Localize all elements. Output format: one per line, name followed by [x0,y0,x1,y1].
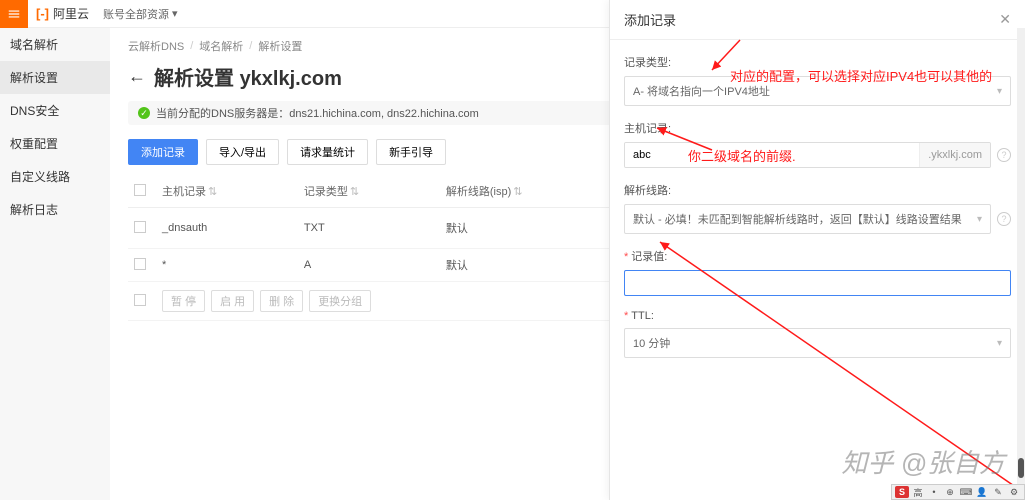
col-type[interactable]: 记录类型⇅ [298,175,440,208]
ime-mode[interactable]: 高 [911,486,925,498]
sidebar: 域名解析 解析设置 DNS安全 权重配置 自定义线路 解析日志 [0,28,110,500]
row-checkbox[interactable] [134,221,146,233]
line-select[interactable]: 默认 - 必填！未匹配到智能解析线路时，返回【默认】线路设置结果 ▾ [624,204,991,234]
help-icon[interactable]: ? [997,148,1011,162]
label-line: 解析线路: [624,182,1011,198]
stats-button[interactable]: 请求量统计 [287,139,368,165]
breadcrumb-item[interactable]: 云解析DNS [128,38,184,54]
col-line[interactable]: 解析线路(isp)⇅ [440,175,627,208]
success-icon: ✓ [138,107,150,119]
sidebar-item-records[interactable]: 解析设置 [0,61,110,94]
help-icon[interactable]: ? [997,212,1011,226]
logo-text: 阿里云 [53,5,89,22]
ime-toolbar[interactable]: S 高 • ⊕ ⌨ 👤 ✎ ⚙ [891,484,1025,500]
bulk-enable[interactable]: 启 用 [211,290,254,312]
label-host: 主机记录: [624,120,1011,136]
host-input-wrap: .ykxlkj.com [624,142,991,168]
ime-icon[interactable]: ✎ [991,486,1005,498]
select-all-checkbox[interactable] [134,184,146,196]
sidebar-item-dns-security[interactable]: DNS安全 [0,94,110,127]
chevron-down-icon: ▾ [997,338,1002,349]
breadcrumb-item[interactable]: 解析设置 [258,38,302,54]
sidebar-item-weight[interactable]: 权重配置 [0,127,110,160]
logo-mark: [-] [36,6,49,21]
hamburger-icon [7,7,21,21]
col-host[interactable]: 主机记录⇅ [156,175,298,208]
label-value: *记录值: [624,248,1011,264]
host-input[interactable] [625,143,919,167]
row-checkbox[interactable] [134,294,146,306]
label-ttl: *TTL: [624,310,1011,322]
add-record-button[interactable]: 添加记录 [128,139,198,165]
sidebar-item-custom-line[interactable]: 自定义线路 [0,160,110,193]
hamburger-menu[interactable] [0,0,28,28]
scrollbar[interactable] [1017,28,1025,484]
bulk-group[interactable]: 更换分组 [309,290,371,312]
ime-logo-icon: S [895,486,909,498]
add-record-drawer: 添加记录 ✕ 记录类型: A- 将域名指向一个IPV4地址 ▾ 主机记录: .y… [609,0,1025,500]
value-input[interactable] [624,270,1011,296]
import-export-button[interactable]: 导入/导出 [206,139,279,165]
ime-icon[interactable]: ⚙ [1007,486,1021,498]
host-suffix: .ykxlkj.com [919,143,990,167]
account-selector[interactable]: 账号全部资源 ▾ [103,6,178,22]
record-type-select[interactable]: A- 将域名指向一个IPV4地址 ▾ [624,76,1011,106]
back-arrow-icon[interactable]: ← [128,66,146,87]
sidebar-item-domain-dns[interactable]: 域名解析 [0,28,110,61]
label-record-type: 记录类型: [624,54,1011,70]
ime-icon[interactable]: • [927,486,941,498]
chevron-down-icon: ▾ [997,86,1002,97]
chevron-down-icon: ▾ [172,7,178,20]
ime-icon[interactable]: ⊕ [943,486,957,498]
close-icon[interactable]: ✕ [999,11,1011,28]
drawer-title: 添加记录 [624,10,676,29]
row-checkbox[interactable] [134,258,146,270]
logo[interactable]: [-] 阿里云 [36,5,89,22]
guide-button[interactable]: 新手引导 [376,139,446,165]
ime-icon[interactable]: ⌨ [959,486,973,498]
sidebar-item-logs[interactable]: 解析日志 [0,193,110,226]
ime-icon[interactable]: 👤 [975,486,989,498]
breadcrumb-item[interactable]: 域名解析 [199,38,243,54]
scroll-thumb[interactable] [1018,458,1024,478]
bulk-delete[interactable]: 删 除 [260,290,303,312]
ttl-select[interactable]: 10 分钟 ▾ [624,328,1011,358]
bulk-pause[interactable]: 暂 停 [162,290,205,312]
chevron-down-icon: ▾ [977,214,982,225]
drawer-header: 添加记录 ✕ [610,0,1025,40]
